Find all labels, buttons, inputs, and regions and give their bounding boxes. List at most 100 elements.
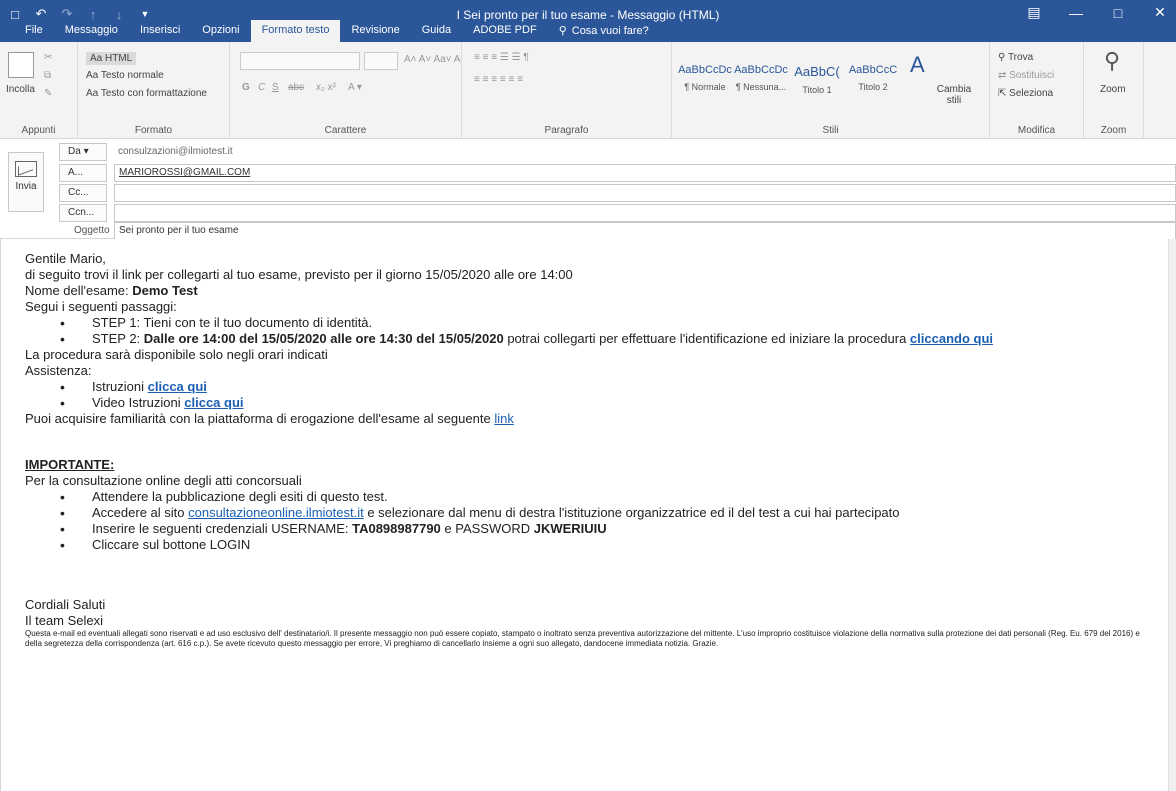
zoom-icon[interactable]: ⚲	[1104, 48, 1120, 74]
font-color-icon[interactable]: A ▾	[348, 82, 362, 93]
tab-guida[interactable]: Guida	[411, 20, 462, 42]
steps-list: STEP 1: Tieni con te il tuo documento di…	[25, 315, 1144, 347]
message-body[interactable]: Gentile Mario, di seguito trovi il link …	[0, 239, 1168, 791]
underline-icon[interactable]: S	[272, 82, 279, 93]
change-styles-button[interactable]: Cambia stili	[934, 84, 974, 106]
from-button[interactable]: Da ▾	[59, 143, 107, 161]
align-icons[interactable]: ≡ ≡ ≡ ≡ ≡ ≡	[474, 74, 523, 85]
subject-field[interactable]: Sei pronto per il tuo esame	[114, 222, 1176, 240]
video-instructions-label: Video Istruzioni	[92, 395, 185, 410]
style-titolo1[interactable]: AaBbC( Titolo 1	[790, 52, 844, 102]
consult-bullet-4: Cliccare sul bottone LOGIN	[25, 537, 1144, 553]
select-button[interactable]: ⇱ Seleziona	[998, 88, 1053, 99]
paste-icon[interactable]	[8, 52, 34, 78]
tab-inserisci[interactable]: Inserisci	[129, 20, 191, 42]
strikethrough-icon[interactable]: abc	[288, 82, 304, 93]
assistance-list: Istruzioni clicca qui Video Istruzioni c…	[25, 379, 1144, 411]
exam-label: Nome dell'esame:	[25, 283, 133, 298]
group-label-zoom: Zoom	[1100, 125, 1127, 136]
ribbon-display-options-icon[interactable]: ▤	[1024, 4, 1044, 21]
group-stili: AaBbCcDc ¶ Normale AaBbCcDc ¶ Nessuna...…	[672, 42, 990, 139]
consult-bullet-2-rest: e selezionare dal menu di destra l'istit…	[363, 505, 900, 520]
tell-me-search[interactable]: ⚲ Cosa vuoi fare?	[548, 20, 660, 42]
to-recipient: MARIOROSSI@GMAIL.COM	[119, 167, 251, 178]
style-titolo1-name: Titolo 1	[802, 85, 832, 95]
video-instructions-link[interactable]: clicca qui	[184, 395, 243, 410]
copy-icon[interactable]: ⧉	[44, 70, 51, 81]
format-painter-icon[interactable]: ✎	[44, 88, 52, 99]
format-plain-button[interactable]: Aa Testo normale	[86, 70, 164, 81]
tab-revisione[interactable]: Revisione	[340, 20, 410, 42]
consult-bullet-2: Accedere al sito consultazioneonline.ilm…	[25, 505, 1144, 521]
to-field[interactable]: MARIOROSSI@GMAIL.COM	[114, 164, 1176, 182]
style-normale-sample: AaBbCcDc	[678, 64, 732, 76]
format-rich-button[interactable]: Aa Testo con formattazione	[86, 88, 207, 99]
bcc-button[interactable]: Ccn...	[59, 204, 107, 222]
cc-field[interactable]	[114, 184, 1176, 202]
steps-intro: Segui i seguenti passaggi:	[25, 299, 177, 314]
tab-opzioni[interactable]: Opzioni	[191, 20, 250, 42]
consult-site-link[interactable]: consultazioneonline.ilmiotest.it	[188, 505, 364, 520]
cut-icon[interactable]: ✂	[44, 52, 52, 63]
close-icon[interactable]: ✕	[1150, 4, 1170, 21]
platform-link[interactable]: link	[494, 411, 514, 426]
change-styles-icon[interactable]: A	[910, 52, 925, 78]
exam-name: Demo Test	[132, 283, 198, 298]
start-procedure-link[interactable]: cliccando qui	[910, 331, 993, 346]
step-2-prefix: STEP 2:	[92, 331, 144, 346]
ribbon-tabs: File Messaggio Inserisci Opzioni Formato…	[0, 20, 1176, 42]
to-button[interactable]: A...	[59, 164, 107, 182]
tab-formato-testo[interactable]: Formato testo	[250, 20, 341, 42]
style-normale[interactable]: AaBbCcDc ¶ Normale	[678, 52, 732, 102]
send-label: Invia	[15, 181, 37, 192]
password-value: JKWERIUIU	[533, 521, 607, 536]
vertical-scrollbar[interactable]	[1168, 239, 1176, 791]
style-nessuna-sample: AaBbCcDc	[734, 64, 788, 76]
step-2: STEP 2: Dalle ore 14:00 del 15/05/2020 a…	[25, 331, 1144, 347]
from-value: consulzazioni@ilmiotest.it	[118, 146, 233, 157]
step-1: STEP 1: Tieni con te il tuo documento di…	[25, 315, 1144, 331]
maximize-icon[interactable]: □	[1108, 5, 1128, 21]
paste-button[interactable]: Incolla	[6, 84, 35, 95]
grow-font-icon[interactable]: A˄ A˅ Aa˅ A	[404, 54, 460, 65]
chevron-down-icon: ▾	[83, 146, 89, 157]
style-normale-name: ¶ Normale	[684, 82, 726, 92]
availability-text: La procedura sarà disponibile solo negli…	[25, 347, 328, 362]
format-html-button[interactable]: Aa HTML	[86, 52, 137, 65]
font-size-select[interactable]	[364, 52, 398, 70]
select-icon: ⇱	[998, 88, 1007, 99]
tab-adobe-pdf[interactable]: ADOBE PDF	[462, 20, 548, 42]
style-titolo2[interactable]: AaBbCcC Titolo 2	[846, 52, 900, 102]
cc-button[interactable]: Cc...	[59, 184, 107, 202]
style-titolo1-sample: AaBbC(	[794, 64, 840, 79]
instructions-link[interactable]: clicca qui	[148, 379, 207, 394]
replace-button[interactable]: ⇄ Sostituisci	[998, 70, 1054, 81]
bcc-field[interactable]	[114, 204, 1176, 222]
replace-label: Sostituisci	[1009, 70, 1055, 81]
send-button[interactable]: Invia	[8, 152, 44, 212]
step-2-window: Dalle ore 14:00 del 15/05/2020 alle ore …	[143, 331, 504, 346]
style-nessuna[interactable]: AaBbCcDc ¶ Nessuna...	[734, 52, 788, 102]
bold-icon[interactable]: G	[242, 82, 250, 93]
style-nessuna-name: ¶ Nessuna...	[735, 82, 787, 92]
minimize-icon[interactable]: —	[1066, 5, 1086, 21]
consult-bullet-3: Inserire le seguenti credenziali USERNAM…	[25, 521, 1144, 537]
find-button[interactable]: ⚲ Trova	[998, 52, 1033, 63]
assistance-label: Assistenza:	[25, 363, 92, 378]
team-signature: Il team Selexi	[25, 613, 104, 628]
tab-file[interactable]: File	[14, 20, 54, 42]
bullets-icon[interactable]: ≡ ≡ ≡ ☰ ☰ ¶	[474, 52, 529, 63]
tab-messaggio[interactable]: Messaggio	[54, 20, 129, 42]
username-value: TA0898987790	[352, 521, 441, 536]
send-icon	[15, 161, 37, 177]
closing: Cordiali Saluti	[25, 597, 106, 612]
font-name-select[interactable]	[240, 52, 360, 70]
find-label: Trova	[1007, 52, 1034, 63]
group-zoom: ⚲ Zoom Zoom	[1084, 42, 1144, 139]
credentials-mid: e PASSWORD	[440, 521, 534, 536]
subscript-icon[interactable]: x₂ x²	[316, 82, 336, 93]
italic-icon[interactable]: C	[258, 82, 265, 93]
intro-text: di seguito trovi il link per collegarti …	[25, 267, 573, 282]
zoom-button[interactable]: Zoom	[1100, 84, 1126, 95]
tell-me-label: Cosa vuoi fare?	[571, 25, 649, 37]
